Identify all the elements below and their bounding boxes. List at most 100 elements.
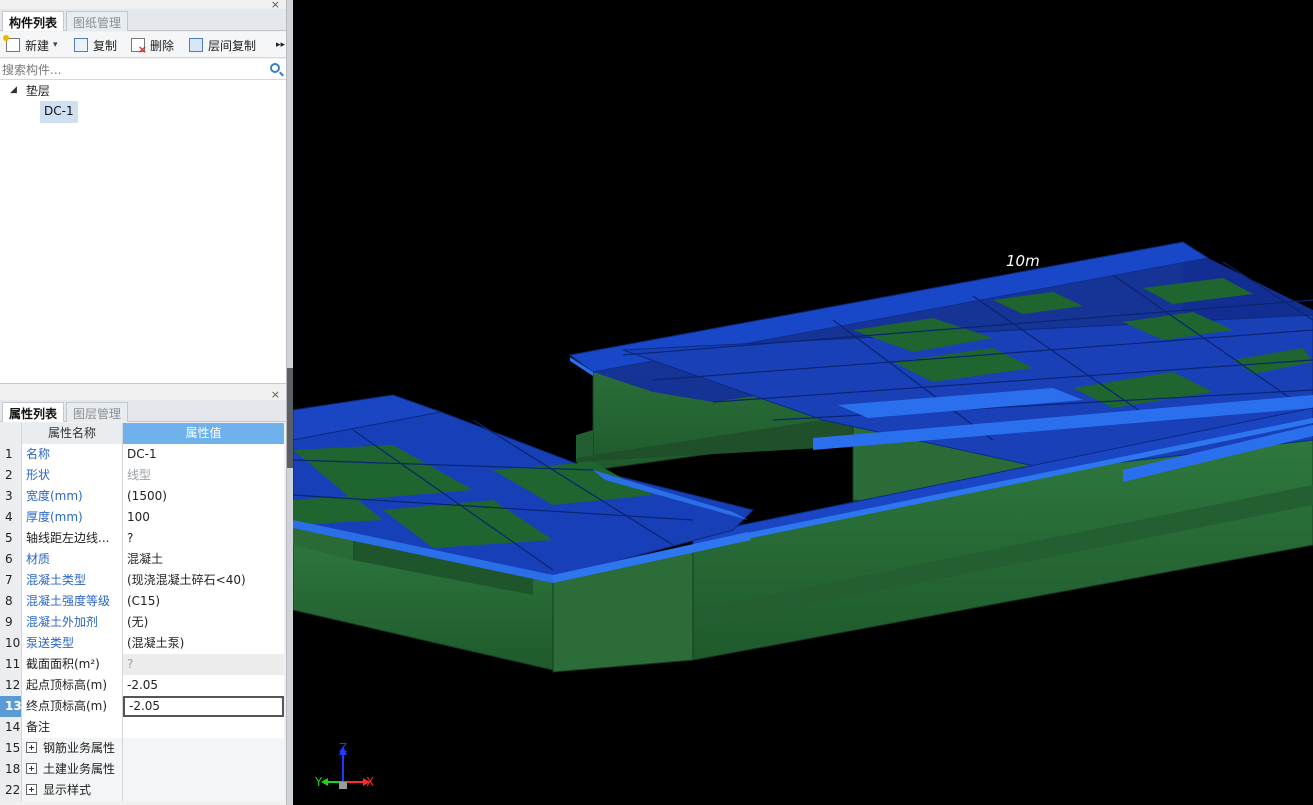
property-row[interactable]: 8 混凝土强度等级 (C15)	[0, 591, 284, 612]
property-row[interactable]: 2 形状 线型	[0, 465, 284, 486]
property-row[interactable]: 10 泵送类型 (混凝土泵)	[0, 633, 284, 654]
property-group-row[interactable]: 22 显示样式	[0, 780, 284, 801]
row-number: 12	[0, 675, 22, 696]
property-value: ?	[123, 654, 284, 675]
property-value[interactable]: -2.05	[123, 675, 284, 696]
component-toolbar: 新建 ▾ 复制 删除 层间复制 ▸▸	[0, 32, 286, 58]
row-number: 11	[0, 654, 22, 675]
row-number: 2	[0, 465, 22, 486]
row-number: 3	[0, 486, 22, 507]
property-value-editor[interactable]: -2.05	[123, 696, 284, 717]
property-name: 宽度(mm)	[22, 486, 123, 507]
row-number: 15	[0, 738, 22, 759]
left-panel: × 构件列表 图纸管理 新建 ▾ 复制 删除 层间复制 ▸▸ ◢ 垫层	[0, 0, 286, 805]
property-value[interactable]: 100	[123, 507, 284, 528]
property-group-label: 显示样式	[43, 783, 92, 797]
property-row[interactable]: 12 起点顶标高(m) -2.05	[0, 675, 284, 696]
property-name: 混凝土强度等级	[22, 591, 123, 612]
axis-z-label: Z	[339, 741, 347, 755]
property-name: 泵送类型	[22, 633, 123, 654]
property-value[interactable]: (C15)	[123, 591, 284, 612]
property-value[interactable]: (混凝土泵)	[123, 633, 284, 654]
expand-icon[interactable]	[26, 784, 37, 795]
tab-drawing-management[interactable]: 图纸管理	[66, 11, 129, 31]
expand-icon[interactable]	[26, 763, 37, 774]
new-button[interactable]: 新建 ▾	[3, 35, 58, 54]
property-group[interactable]: 钢筋业务属性	[22, 738, 123, 759]
row-number: 18	[0, 759, 22, 780]
axis-triad: Z Y X	[314, 741, 374, 789]
row-number: 4	[0, 507, 22, 528]
tab-property-list[interactable]: 属性列表	[2, 402, 65, 422]
tab-layer-management[interactable]: 图层管理	[66, 402, 129, 422]
property-name: 厚度(mm)	[22, 507, 123, 528]
3d-model: Z Y X	[293, 241, 1313, 789]
dropdown-arrow-icon[interactable]: ▾	[53, 40, 58, 50]
search-input[interactable]	[2, 61, 260, 78]
property-row[interactable]: 14 备注	[0, 717, 284, 738]
toolbar-overflow-icon[interactable]: ▸▸	[276, 36, 285, 54]
3d-viewport[interactable]: Z Y X 10m	[293, 0, 1313, 805]
copy-button[interactable]: 复制	[74, 36, 117, 54]
property-grid-header: 属性名称 属性值	[0, 423, 284, 444]
tree-collapse-icon[interactable]: ◢	[10, 85, 17, 95]
property-value[interactable]: (1500)	[123, 486, 284, 507]
property-group-label: 土建业务属性	[43, 762, 116, 776]
tab-component-list[interactable]: 构件列表	[2, 11, 65, 31]
search-icon[interactable]	[270, 63, 280, 73]
property-name: 起点顶标高(m)	[22, 675, 123, 696]
property-group[interactable]: 显示样式	[22, 780, 123, 801]
component-tabbar: 构件列表 图纸管理	[0, 9, 286, 31]
property-name: 备注	[22, 717, 123, 738]
property-group-row[interactable]: 15 钢筋业务属性	[0, 738, 284, 759]
property-name: 截面面积(m²)	[22, 654, 123, 675]
property-row[interactable]: 4 厚度(mm) 100	[0, 507, 284, 528]
property-row[interactable]: 3 宽度(mm) (1500)	[0, 486, 284, 507]
floor-copy-icon	[189, 38, 203, 52]
tree-node-cushion[interactable]: ◢ 垫层	[10, 80, 50, 100]
property-value	[123, 759, 284, 780]
property-row[interactable]: 1 名称 DC-1	[0, 444, 284, 465]
property-name: 轴线距左边线...	[22, 528, 123, 549]
row-number-header	[0, 423, 22, 444]
copy-label: 复制	[93, 38, 118, 53]
property-group[interactable]: 土建业务属性	[22, 759, 123, 780]
row-number: 9	[0, 612, 22, 633]
new-label: 新建	[25, 38, 50, 53]
property-row[interactable]: 7 混凝土类型 (现浇混凝土碎石<40)	[0, 570, 284, 591]
property-value[interactable]	[123, 717, 284, 738]
property-row[interactable]: 5 轴线距左边线... ?	[0, 528, 284, 549]
delete-button[interactable]: 删除	[131, 36, 175, 56]
component-tree: ◢ 垫层 DC-1	[0, 80, 286, 384]
property-value	[123, 780, 284, 801]
expand-icon[interactable]	[26, 742, 37, 753]
property-row[interactable]: 11 截面面积(m²) ?	[0, 654, 284, 675]
property-row[interactable]: 6 材质 混凝土	[0, 549, 284, 570]
row-number: 14	[0, 717, 22, 738]
property-value[interactable]: ?	[123, 528, 284, 549]
tree-item-dc-1[interactable]: DC-1	[40, 101, 78, 123]
property-value[interactable]: DC-1	[123, 444, 284, 465]
row-number: 6	[0, 549, 22, 570]
copy-icon	[74, 38, 88, 52]
property-name: 名称	[22, 444, 123, 465]
property-value[interactable]: (现浇混凝土碎石<40)	[123, 570, 284, 591]
column-header-value: 属性值	[123, 423, 284, 444]
property-value[interactable]: 混凝土	[123, 549, 284, 570]
floor-copy-button[interactable]: 层间复制	[189, 36, 256, 54]
property-group-label: 钢筋业务属性	[43, 741, 116, 755]
delete-icon	[131, 38, 147, 56]
row-number: 13	[0, 696, 22, 717]
property-row[interactable]: 9 混凝土外加剂 (无)	[0, 612, 284, 633]
property-row-selected[interactable]: 13 终点顶标高(m) -2.05	[0, 696, 284, 717]
panel-splitter[interactable]	[286, 0, 293, 805]
tree-node-label: 垫层	[25, 83, 50, 98]
delete-label: 删除	[150, 38, 175, 53]
property-name: 形状	[22, 465, 123, 486]
property-value[interactable]: (无)	[123, 612, 284, 633]
row-number: 5	[0, 528, 22, 549]
new-icon	[3, 35, 20, 52]
property-group-row[interactable]: 18 土建业务属性	[0, 759, 284, 780]
component-search	[0, 59, 286, 80]
scale-label: 10m	[1006, 252, 1040, 270]
